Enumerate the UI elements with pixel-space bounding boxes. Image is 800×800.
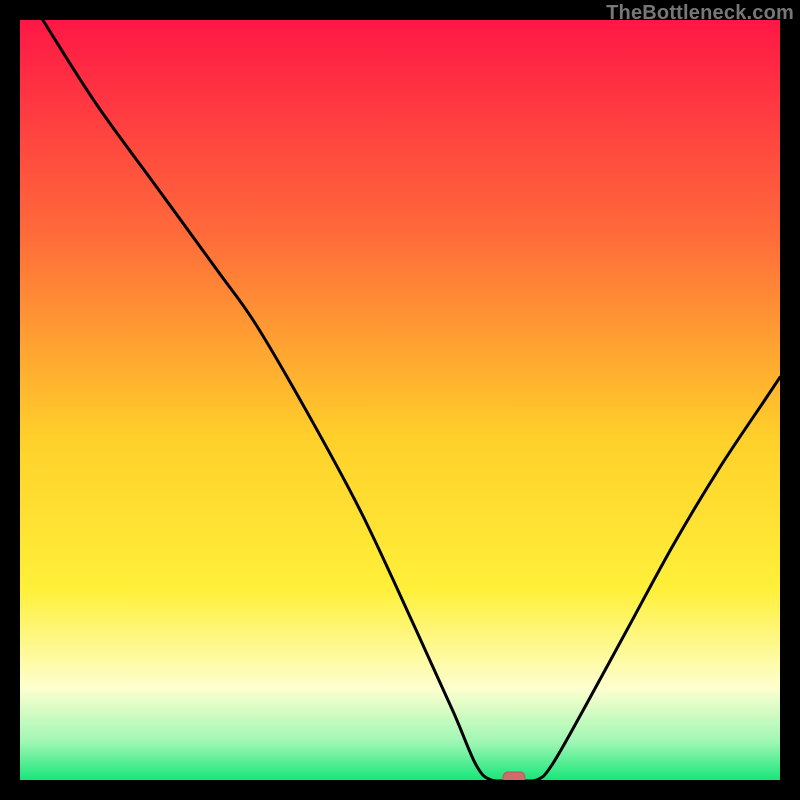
plot-area (20, 20, 780, 780)
bottleneck-chart (20, 20, 780, 780)
gradient-background (20, 20, 780, 780)
minimum-marker (503, 772, 525, 780)
chart-stage: TheBottleneck.com (0, 0, 800, 800)
